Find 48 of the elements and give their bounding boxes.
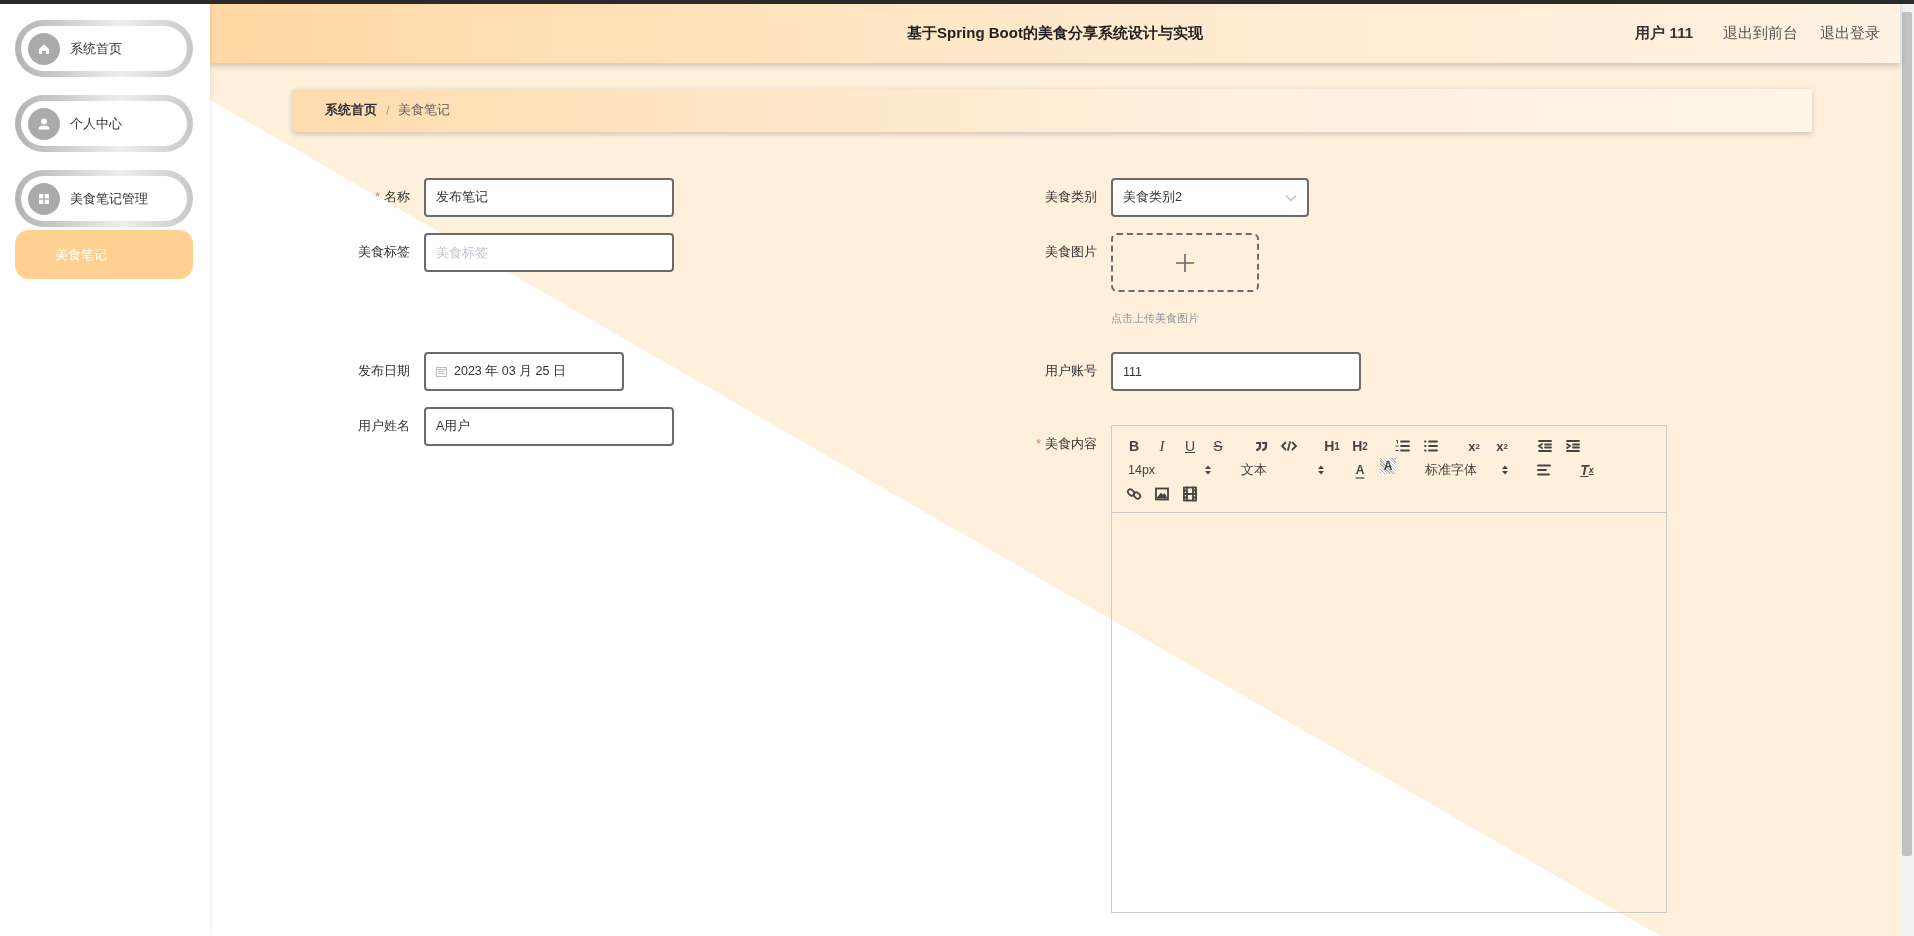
app-title: 基于Spring Boot的美食分享系统设计与实现: [906, 24, 1203, 43]
underline-button[interactable]: U: [1176, 434, 1204, 458]
bold-button[interactable]: B: [1120, 434, 1148, 458]
field-label: 用户姓名: [357, 418, 410, 435]
text-field[interactable]: 美食标签: [424, 233, 674, 272]
up-down-icon: [1204, 464, 1212, 476]
person-icon: [28, 107, 60, 140]
outdent-icon[interactable]: [1536, 437, 1554, 455]
film-icon[interactable]: [1181, 485, 1199, 503]
home-icon: [28, 32, 60, 65]
header-link[interactable]: 退出到前台: [1723, 24, 1798, 43]
user-label: 用户 111: [1635, 24, 1693, 43]
breadcrumb-item[interactable]: 系统首页: [325, 102, 377, 119]
image-icon[interactable]: [1153, 485, 1171, 503]
field-label: 美食类别: [1044, 189, 1097, 206]
toolbar-select[interactable]: 文本: [1233, 458, 1331, 482]
upload-hint: 点击上传美食图片: [1111, 311, 1200, 326]
field-label: 发布日期: [357, 363, 410, 380]
text-field[interactable]: A用户: [424, 407, 674, 446]
date-field[interactable]: 2023 年 03 月 25 日: [424, 352, 624, 391]
breadcrumb-separator: /: [386, 103, 390, 118]
plus-icon: [1175, 252, 1195, 273]
chevron-down-icon: [1285, 193, 1297, 202]
field-label: 美食标签: [357, 244, 410, 261]
indent-icon[interactable]: [1564, 437, 1582, 455]
breadcrumb-item: 美食笔记: [398, 102, 451, 119]
strike-button[interactable]: S: [1204, 434, 1232, 458]
link-icon[interactable]: [1125, 485, 1143, 503]
field-label: * 名称: [374, 189, 410, 206]
script-button[interactable]: x$^{2}$: [1488, 434, 1516, 458]
header-link[interactable]: 退出登录: [1820, 24, 1880, 43]
grid-icon: [28, 182, 60, 215]
text-color-button[interactable]: A: [1346, 458, 1374, 482]
field-label: 美食图片: [1044, 244, 1097, 261]
up-down-icon: [1501, 464, 1509, 476]
text-field[interactable]: 发布笔记: [424, 178, 674, 217]
text-field[interactable]: 111: [1111, 352, 1361, 391]
italic-button[interactable]: I: [1148, 434, 1176, 458]
background-color-button[interactable]: A: [1380, 458, 1396, 474]
field-label: 用户账号: [1044, 363, 1097, 380]
toolbar-select[interactable]: 标准字体: [1417, 458, 1515, 482]
calendar-icon: [436, 366, 447, 377]
up-down-icon: [1317, 464, 1325, 476]
select-field[interactable]: 美食类别2: [1111, 178, 1309, 217]
field-label: * 美食内容: [1035, 436, 1097, 453]
toolbar-select[interactable]: 14px: [1120, 458, 1218, 482]
scrollbar-thumb[interactable]: [1902, 12, 1912, 856]
upload-area[interactable]: [1111, 233, 1259, 292]
